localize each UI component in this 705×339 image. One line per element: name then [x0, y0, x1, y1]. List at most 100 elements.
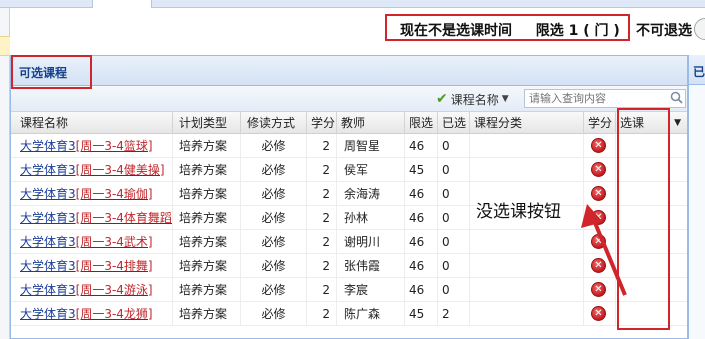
col-header-category[interactable]: 课程分类: [470, 112, 584, 134]
selected-panel-header: 已: [689, 55, 705, 85]
study-mode-cell: 必修: [241, 230, 307, 254]
selected-panel-title: 已: [693, 65, 705, 79]
search-input[interactable]: [524, 89, 686, 108]
course-link[interactable]: 大学体育3[周一3-4游泳]: [20, 283, 153, 297]
sidebar-highlight[interactable]: [0, 36, 10, 56]
search-field-label: 课程名称: [450, 92, 499, 107]
close-icon[interactable]: ✕: [591, 186, 606, 201]
course-tag: [周一3-4武术]: [75, 235, 153, 249]
table-row: 大学体育3[周一3-4龙狮] 培养方案 必修 2 陈广森 45 2 ✕: [11, 302, 687, 326]
teacher-cell: 陈广森: [337, 302, 405, 326]
no-withdraw-text: 不可退选: [636, 23, 692, 39]
course-link[interactable]: 大学体育3[周一3-4武术]: [20, 235, 153, 249]
plan-type-cell: 培养方案: [173, 254, 241, 278]
course-name-cell: 大学体育3[周一3-4武术]: [11, 230, 173, 254]
col-header-study-mode[interactable]: 修读方式: [241, 112, 307, 134]
category-cell: [470, 278, 584, 302]
category-cell: [470, 134, 584, 158]
course-link[interactable]: 大学体育3[周一3-4体育舞蹈]: [20, 211, 173, 225]
study-mode-cell: 必修: [241, 158, 307, 182]
limit-cell: 45: [405, 158, 438, 182]
course-tag: [周一3-4排舞]: [75, 259, 153, 273]
plan-type-cell: 培养方案: [173, 278, 241, 302]
col-header-teacher[interactable]: 教师: [337, 112, 405, 134]
selected-count-cell: 0: [438, 158, 470, 182]
teacher-cell: 张伟霞: [337, 254, 405, 278]
table-row: 大学体育3[周一3-4健美操] 培养方案 必修 2 侯军 45 0 ✕: [11, 158, 687, 182]
teacher-cell: 余海涛: [337, 182, 405, 206]
course-name: 大学体育3: [20, 259, 76, 273]
credit-cell: 2: [307, 254, 337, 278]
study-mode-cell: 必修: [241, 134, 307, 158]
course-name: 大学体育3: [20, 283, 76, 297]
course-name: 大学体育3: [20, 187, 76, 201]
course-link[interactable]: 大学体育3[周一3-4排舞]: [20, 259, 153, 273]
credit-cell: 2: [307, 182, 337, 206]
active-tab[interactable]: [92, 0, 152, 8]
selected-courses-panel: 已: [688, 55, 705, 339]
limit-cell: 46: [405, 230, 438, 254]
teacher-cell: 侯军: [337, 158, 405, 182]
limit-cell: 46: [405, 182, 438, 206]
course-link[interactable]: 大学体育3[周一3-4篮球]: [20, 139, 153, 153]
course-link[interactable]: 大学体育3[周一3-4龙狮]: [20, 307, 153, 321]
course-tag: [周一3-4篮球]: [75, 139, 153, 153]
grid-header: 课程名称 计划类型 修读方式 学分 教师 限选 已选 课程分类 学分 选课 ▼: [11, 112, 687, 134]
course-name-cell: 大学体育3[周一3-4体育舞蹈]: [11, 206, 173, 230]
course-name-cell: 大学体育3[周一3-4游泳]: [11, 278, 173, 302]
course-name-cell: 大学体育3[周一3-4瑜伽]: [11, 182, 173, 206]
col-header-credit[interactable]: 学分: [307, 112, 337, 134]
course-name-cell: 大学体育3[周一3-4龙狮]: [11, 302, 173, 326]
plan-type-cell: 培养方案: [173, 182, 241, 206]
close-icon[interactable]: ✕: [591, 306, 606, 321]
annotation-callout: 没选课按钮: [476, 202, 561, 222]
panel-header: 可选课程: [11, 56, 687, 86]
close-icon[interactable]: ✕: [591, 162, 606, 177]
course-tag: [周一3-4龙狮]: [75, 307, 153, 321]
table-row: 大学体育3[周一3-4篮球] 培养方案 必修 2 周智星 46 0 ✕: [11, 134, 687, 158]
credit-cell: 2: [307, 302, 337, 326]
col-header-plan-type[interactable]: 计划类型: [173, 112, 241, 134]
credit-cell: 2: [307, 158, 337, 182]
course-tag: [周一3-4健美操]: [75, 163, 165, 177]
course-name: 大学体育3: [20, 307, 76, 321]
course-name-cell: 大学体育3[周一3-4篮球]: [11, 134, 173, 158]
selected-count-cell: 0: [438, 230, 470, 254]
course-tag: [周一3-4体育舞蹈]: [75, 211, 173, 225]
plan-type-cell: 培养方案: [173, 158, 241, 182]
course-name: 大学体育3: [20, 163, 76, 177]
credit-cell: 2: [307, 230, 337, 254]
limit-cell: 46: [405, 254, 438, 278]
teacher-cell: 谢明川: [337, 230, 405, 254]
top-tab-strip: [0, 0, 705, 8]
close-icon[interactable]: ✕: [591, 138, 606, 153]
selected-count-cell: 0: [438, 134, 470, 158]
search-icon[interactable]: [670, 91, 683, 104]
col-header-selected[interactable]: 已选: [438, 112, 470, 134]
course-link[interactable]: 大学体育3[周一3-4瑜伽]: [20, 187, 153, 201]
credit-cell: 2: [307, 206, 337, 230]
toggle-switch[interactable]: [694, 18, 705, 40]
selected-count-cell: 0: [438, 206, 470, 230]
course-link[interactable]: 大学体育3[周一3-4健美操]: [20, 163, 165, 177]
chevron-down-icon: ▼: [501, 94, 509, 104]
limit-cell: 45: [405, 302, 438, 326]
col-header-limit[interactable]: 限选: [405, 112, 438, 134]
credit-cell: 2: [307, 134, 337, 158]
status-highlight-box: [385, 14, 630, 41]
col-header-name[interactable]: 课程名称: [11, 112, 173, 134]
search-toolbar: ✔ 课程名称 ▼: [11, 86, 687, 112]
study-mode-cell: 必修: [241, 206, 307, 230]
study-mode-cell: 必修: [241, 278, 307, 302]
sort-down-icon[interactable]: ▼: [674, 112, 681, 134]
col-header-credit2[interactable]: 学分: [584, 112, 616, 134]
study-mode-cell: 必修: [241, 182, 307, 206]
title-highlight-box: [11, 55, 92, 89]
plan-type-cell: 培养方案: [173, 230, 241, 254]
search-field-select[interactable]: ✔ 课程名称 ▼: [436, 90, 509, 108]
course-name: 大学体育3: [20, 235, 76, 249]
selected-count-cell: 0: [438, 278, 470, 302]
limit-cell: 46: [405, 206, 438, 230]
left-sidebar: [0, 8, 10, 339]
credit-cell: 2: [307, 278, 337, 302]
